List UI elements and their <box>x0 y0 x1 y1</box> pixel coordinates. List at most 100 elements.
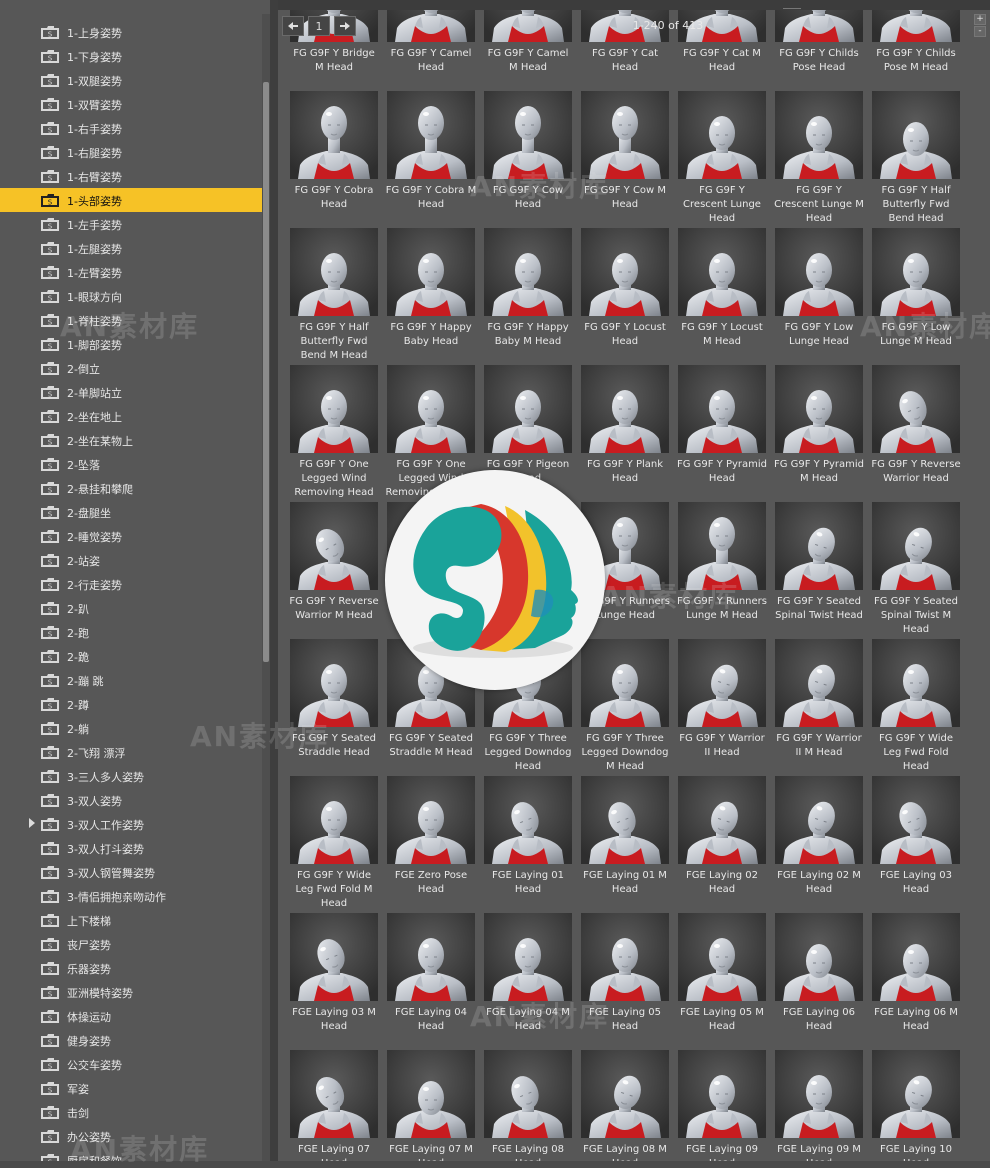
sidebar-item[interactable]: S 3-情侣拥抱亲吻动作 <box>0 884 262 908</box>
sidebar-item[interactable]: S 1-脊柱姿势 <box>0 308 262 332</box>
sidebar-item[interactable]: S 1-眼球方向 <box>0 284 262 308</box>
pose-thumbnail[interactable]: FG G9F Y Warrior II M Head <box>773 639 865 774</box>
pose-thumbnail[interactable]: FG G9F Y Wide Leg Fwd Fold Head <box>870 639 962 774</box>
pose-thumbnail[interactable]: FGE Laying 07 Head <box>288 1050 380 1161</box>
pose-thumbnail[interactable]: FG G9F Y Cobra Head <box>288 91 380 226</box>
sidebar-item[interactable]: S 2-蹲 <box>0 692 262 716</box>
page-number-field[interactable]: 1 <box>308 16 330 36</box>
zoom-out-button[interactable]: - <box>974 26 986 37</box>
sidebar-item[interactable]: S 3-双人打斗姿势 <box>0 836 262 860</box>
pose-thumbnail[interactable]: FG G9F Y Locust M Head <box>676 228 768 363</box>
pose-thumbnail[interactable]: FG G9F Y Cow M Head <box>579 91 671 226</box>
sidebar-item[interactable]: S 2-单脚站立 <box>0 380 262 404</box>
sidebar-item[interactable]: S 击剑 <box>0 1100 262 1124</box>
sidebar-item[interactable]: S 办公姿势 <box>0 1124 262 1148</box>
sidebar-item[interactable]: S 上下楼梯 <box>0 908 262 932</box>
pose-thumbnail[interactable]: FG G9F Y Reverse Warrior M Head <box>288 502 380 637</box>
pose-thumbnail[interactable]: FGE Laying 09 M Head <box>773 1050 865 1161</box>
sidebar-item[interactable]: S 2-坠落 <box>0 452 262 476</box>
sidebar-item[interactable]: S 3-双人工作姿势 <box>0 812 262 836</box>
pose-thumbnail[interactable]: FG G9F Y Cobra M Head <box>385 91 477 226</box>
sidebar-item[interactable]: S 1-右臂姿势 <box>0 164 262 188</box>
expand-arrow-icon[interactable] <box>29 818 35 828</box>
panel-splitter[interactable] <box>270 0 278 1161</box>
pose-thumbnail[interactable]: FG G9F Y One Legged Wind Removing Head <box>288 365 380 500</box>
sidebar-item[interactable]: S 1-左手姿势 <box>0 212 262 236</box>
sidebar-item[interactable]: S 2-跪 <box>0 644 262 668</box>
pose-thumbnail[interactable]: FG G9F Y Reverse Warrior Head <box>870 365 962 500</box>
pose-thumbnail[interactable]: FGE Laying 01 M Head <box>579 776 671 911</box>
sidebar-item[interactable]: S 2-盘腿坐 <box>0 500 262 524</box>
next-page-button[interactable] <box>334 16 356 36</box>
pose-thumbnail[interactable]: FG G9F Y Half Butterfly Fwd Bend Head <box>870 91 962 226</box>
pose-thumbnail[interactable]: FGE Laying 04 M Head <box>482 913 574 1048</box>
sidebar-item[interactable]: S 2-倒立 <box>0 356 262 380</box>
pose-thumbnail[interactable]: FG G9F Y Happy Baby Head <box>385 228 477 363</box>
sidebar-scrollbar-thumb[interactable] <box>263 82 269 662</box>
sidebar-item[interactable]: S 2-行走姿势 <box>0 572 262 596</box>
pose-thumbnail[interactable]: FG G9F Y Half Butterfly Fwd Bend M Head <box>288 228 380 363</box>
pose-thumbnail[interactable]: FG G9F Y Low Lunge Head <box>773 228 865 363</box>
pose-thumbnail[interactable]: FG G9F Y Pyramid M Head <box>773 365 865 500</box>
sidebar-scrollbar[interactable] <box>262 14 270 1161</box>
pose-thumbnail[interactable]: FG G9F Y Warrior II Head <box>676 639 768 774</box>
pose-thumbnail[interactable]: FG G9F Y Wide Leg Fwd Fold M Head <box>288 776 380 911</box>
sidebar-item[interactable]: S 亚洲模特姿势 <box>0 980 262 1004</box>
prev-page-button[interactable] <box>282 16 304 36</box>
pose-thumbnail[interactable]: FGE Laying 03 Head <box>870 776 962 911</box>
sidebar-item[interactable]: S 3-双人姿势 <box>0 788 262 812</box>
sidebar-item[interactable]: S 军姿 <box>0 1076 262 1100</box>
pose-thumbnail[interactable]: FG G9F Y Low Lunge M Head <box>870 228 962 363</box>
sidebar-item[interactable]: S 1-头部姿势 <box>0 188 262 212</box>
sidebar-item[interactable]: S 健身姿势 <box>0 1028 262 1052</box>
sidebar-item[interactable]: S 3-三人多人姿势 <box>0 764 262 788</box>
pose-thumbnail[interactable]: FGE Laying 06 Head <box>773 913 865 1048</box>
sidebar-item[interactable]: S 1-右手姿势 <box>0 116 262 140</box>
pose-thumbnail[interactable]: FGE Laying 01 Head <box>482 776 574 911</box>
pose-thumbnail[interactable]: FG G9F Y Crescent Lunge Head <box>676 91 768 226</box>
sidebar-item[interactable]: S 2-趴 <box>0 596 262 620</box>
sidebar-item[interactable]: S 1-脚部姿势 <box>0 332 262 356</box>
sidebar-item[interactable]: S 1-上身姿势 <box>0 20 262 44</box>
sidebar-item[interactable]: S 1-双腿姿势 <box>0 68 262 92</box>
pose-thumbnail[interactable]: FG G9F Y Seated Spinal Twist Head <box>773 502 865 637</box>
sidebar-item[interactable]: S 1-左臂姿势 <box>0 260 262 284</box>
pose-thumbnail[interactable]: FGE Laying 05 M Head <box>676 913 768 1048</box>
sidebar-item[interactable]: S 2-飞翔 漂浮 <box>0 740 262 764</box>
sidebar-item[interactable]: S 2-悬挂和攀爬 <box>0 476 262 500</box>
pose-thumbnail[interactable]: FGE Laying 06 M Head <box>870 913 962 1048</box>
pose-thumbnail[interactable]: FGE Laying 08 M Head <box>579 1050 671 1161</box>
sidebar-item[interactable]: S 2-跑 <box>0 620 262 644</box>
sidebar-item[interactable]: S 2-躺 <box>0 716 262 740</box>
pose-thumbnail[interactable]: FG G9F Y Happy Baby M Head <box>482 228 574 363</box>
sidebar-item[interactable]: S 体操运动 <box>0 1004 262 1028</box>
pose-thumbnail[interactable]: FG G9F Y Runners Lunge M Head <box>676 502 768 637</box>
sidebar-item[interactable]: S 2-坐在某物上 <box>0 428 262 452</box>
pose-thumbnail[interactable]: FGE Laying 10 Head <box>870 1050 962 1161</box>
pose-thumbnail[interactable]: FG G9F Y Pyramid Head <box>676 365 768 500</box>
sidebar-item[interactable]: S 公交车姿势 <box>0 1052 262 1076</box>
pose-thumbnail[interactable]: FGE Laying 09 Head <box>676 1050 768 1161</box>
sidebar-item[interactable]: S 1-左腿姿势 <box>0 236 262 260</box>
pose-thumbnail[interactable]: FG G9F Y Seated Straddle Head <box>288 639 380 774</box>
pose-thumbnail[interactable]: FGE Laying 05 Head <box>579 913 671 1048</box>
sidebar-item[interactable]: S 乐器姿势 <box>0 956 262 980</box>
pose-thumbnail[interactable]: FGE Laying 08 Head <box>482 1050 574 1161</box>
sidebar-item[interactable]: S 3-双人钢管舞姿势 <box>0 860 262 884</box>
pose-thumbnail[interactable]: FGE Laying 02 Head <box>676 776 768 911</box>
pose-thumbnail[interactable]: FGE Laying 03 M Head <box>288 913 380 1048</box>
sidebar-item[interactable]: S 厨房和餐饮 <box>0 1148 262 1161</box>
sidebar-item[interactable]: S 2-睡觉姿势 <box>0 524 262 548</box>
pose-thumbnail[interactable]: FG G9F Y Crescent Lunge M Head <box>773 91 865 226</box>
sidebar-item[interactable]: S 1-下身姿势 <box>0 44 262 68</box>
sidebar-item[interactable]: S 2-蹦 跳 <box>0 668 262 692</box>
pose-thumbnail[interactable]: FGE Zero Pose Head <box>385 776 477 911</box>
pose-thumbnail[interactable]: FGE Laying 02 M Head <box>773 776 865 911</box>
sidebar-item[interactable]: S 1-双臂姿势 <box>0 92 262 116</box>
pose-thumbnail[interactable]: FGE Laying 07 M Head <box>385 1050 477 1161</box>
sidebar-item[interactable]: S 1-右腿姿势 <box>0 140 262 164</box>
pose-thumbnail[interactable]: FGE Laying 04 Head <box>385 913 477 1048</box>
sidebar-item[interactable]: S 2-坐在地上 <box>0 404 262 428</box>
pose-thumbnail[interactable]: FG G9F Y Seated Spinal Twist M Head <box>870 502 962 637</box>
sidebar-item[interactable]: S 2-站姿 <box>0 548 262 572</box>
